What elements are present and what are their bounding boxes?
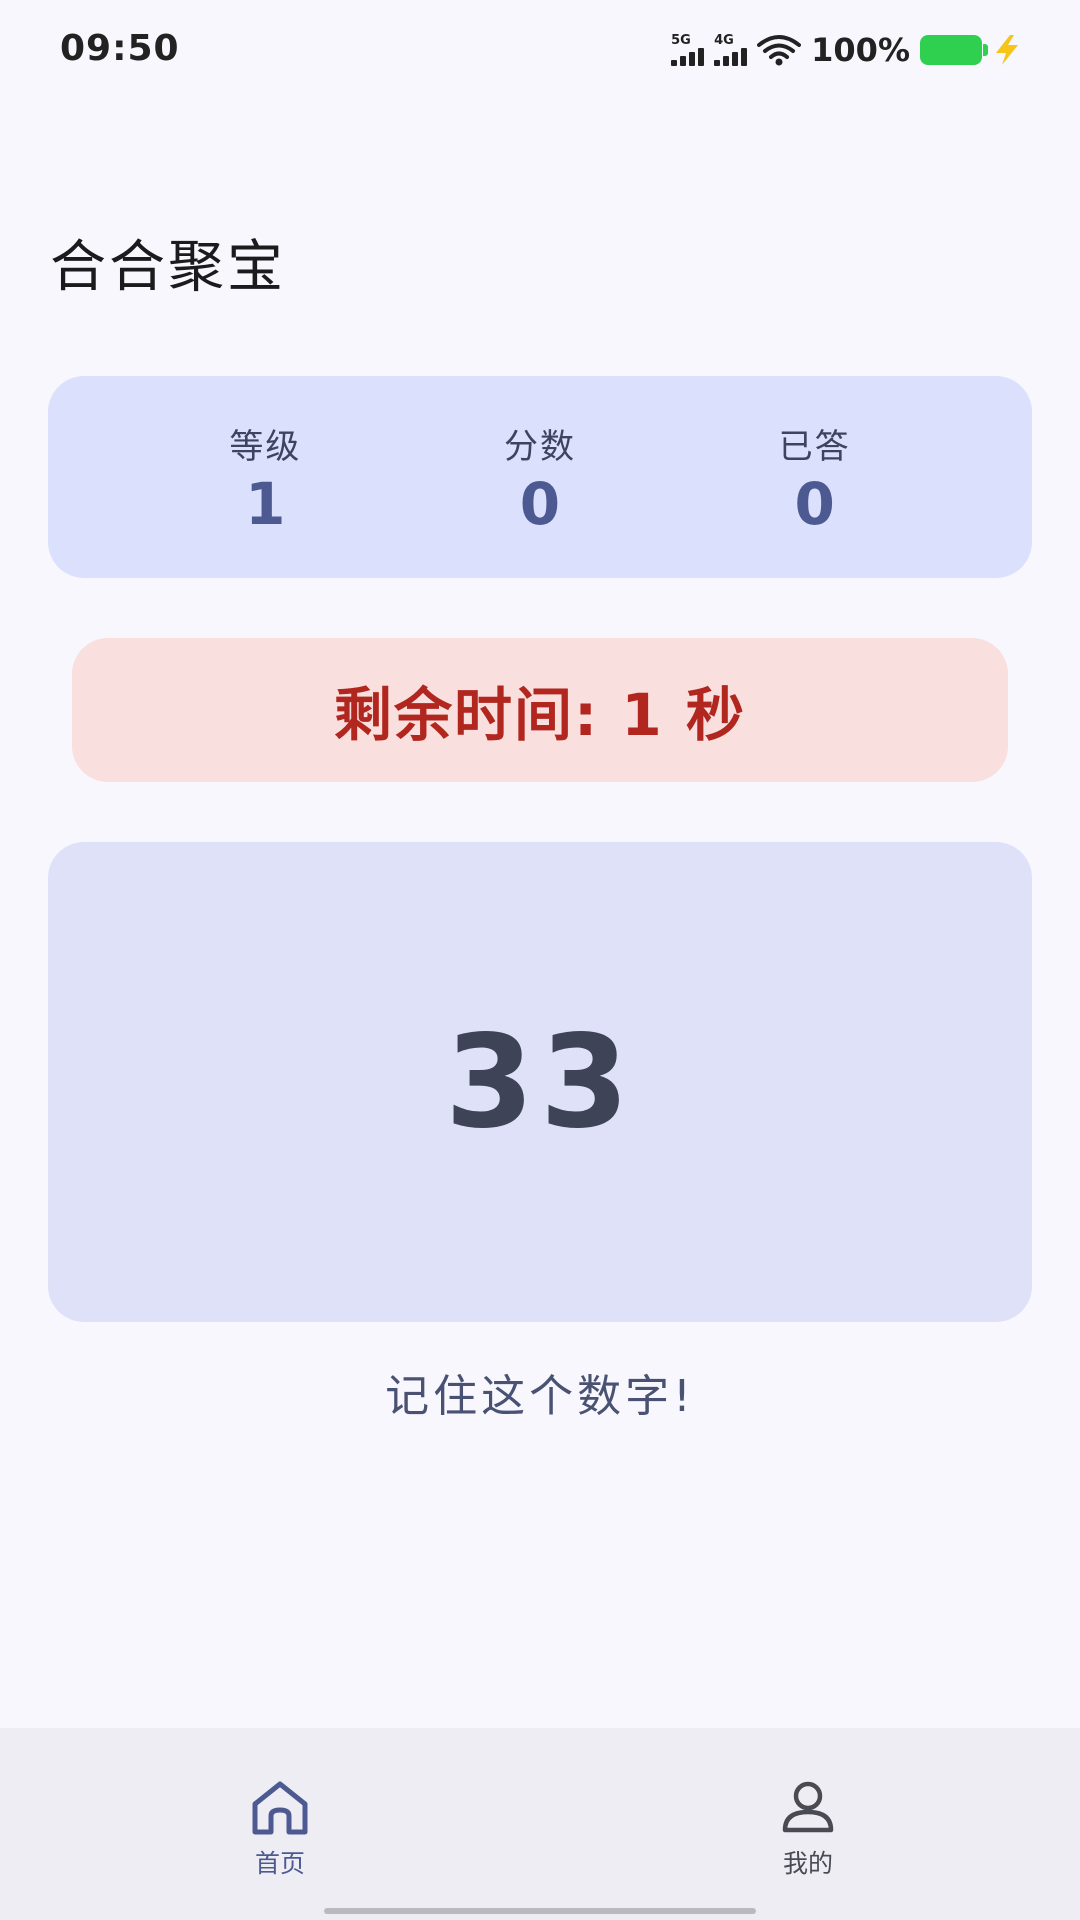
signal-4g-icon: 4G bbox=[714, 33, 748, 66]
home-indicator[interactable] bbox=[324, 1908, 756, 1914]
status-bar: 09:50 5G 4G 100% bbox=[0, 0, 1080, 100]
battery-icon bbox=[920, 35, 988, 65]
status-icons: 5G 4G 100% bbox=[671, 30, 1022, 70]
user-icon bbox=[782, 1781, 834, 1833]
status-time: 09:50 bbox=[60, 28, 180, 69]
stat-level-value: 1 bbox=[245, 469, 286, 538]
wifi-icon bbox=[757, 35, 802, 66]
nav-item-me[interactable]: 我的 bbox=[708, 1778, 908, 1880]
stat-score: 分数 0 bbox=[440, 419, 640, 536]
stats-card: 等级 1 分数 0 已答 0 bbox=[48, 376, 1032, 578]
bottom-nav: 首页 我的 bbox=[0, 1728, 1080, 1920]
nav-home-label: 首页 bbox=[254, 1849, 305, 1878]
stat-score-label: 分数 bbox=[503, 426, 576, 467]
nav-me-label: 我的 bbox=[782, 1849, 833, 1878]
battery-percent: 100% bbox=[811, 31, 910, 69]
stat-score-value: 0 bbox=[519, 469, 561, 538]
timer-text: 剩余时间: 1 秒 bbox=[334, 681, 746, 749]
bolt-icon bbox=[996, 35, 1018, 65]
home-icon bbox=[252, 1781, 308, 1835]
page-title: 合合聚宝 bbox=[50, 235, 286, 300]
signal-5g-icon: 5G bbox=[671, 33, 705, 66]
stat-answered-label: 已答 bbox=[778, 426, 851, 467]
nav-item-home[interactable]: 首页 bbox=[180, 1778, 380, 1880]
memory-number: 33 bbox=[444, 1007, 636, 1157]
timer-banner: 剩余时间: 1 秒 bbox=[72, 638, 1008, 782]
stat-answered: 已答 0 bbox=[715, 419, 915, 536]
number-display-card: 33 bbox=[48, 842, 1032, 1322]
signal-5g-label: 5G bbox=[671, 33, 691, 48]
stat-answered-value: 0 bbox=[794, 469, 835, 538]
stat-level-label: 等级 bbox=[229, 426, 302, 467]
signal-4g-label: 4G bbox=[714, 33, 734, 48]
instruction-text: 记住这个数字! bbox=[385, 1371, 695, 1422]
stat-level: 等级 1 bbox=[165, 419, 365, 536]
